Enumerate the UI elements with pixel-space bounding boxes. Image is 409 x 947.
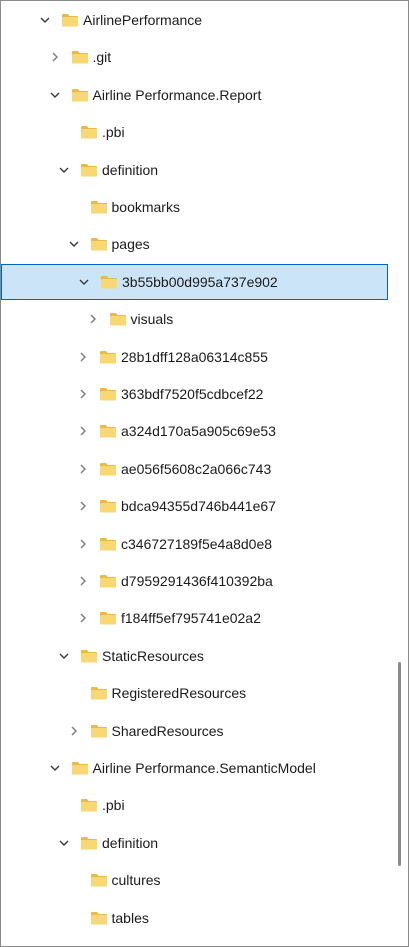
vertical-scrollbar[interactable] <box>398 662 401 866</box>
window-frame <box>0 0 409 947</box>
